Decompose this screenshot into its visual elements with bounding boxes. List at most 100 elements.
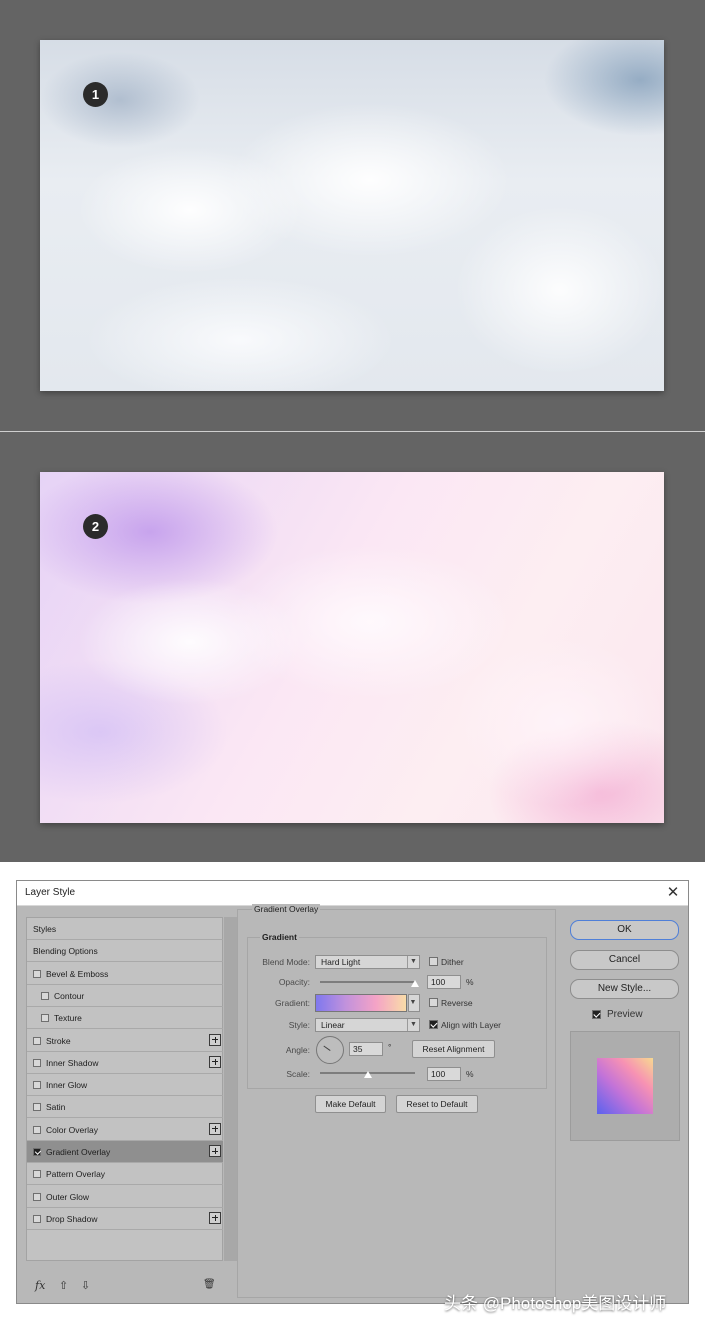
cancel-button[interactable]: Cancel: [570, 950, 679, 970]
styles-list-item[interactable]: Gradient Overlay: [27, 1141, 223, 1163]
angle-dial[interactable]: [316, 1036, 344, 1064]
style-checkbox[interactable]: [33, 1148, 41, 1156]
dialog-title: Layer Style: [25, 887, 76, 898]
style-checkbox[interactable]: [41, 1014, 49, 1023]
section-title: Gradient Overlay: [252, 904, 321, 914]
style-label: Color Overlay: [46, 1124, 98, 1135]
blend-mode-value: Hard Light: [321, 957, 361, 967]
layer-style-dialog: Layer Style ✕ Styles Blending Options Beve…: [16, 880, 689, 1304]
angle-indicator: [323, 1045, 331, 1051]
opacity-unit: %: [466, 977, 474, 987]
make-default-button[interactable]: Make Default: [315, 1095, 386, 1113]
styles-list: Styles Blending Options Bevel & Emboss Cont…: [26, 917, 223, 1261]
style-select[interactable]: Linear ▼: [315, 1018, 420, 1032]
angle-label: Angle:: [285, 1045, 310, 1055]
clouds-image-gradient: 2: [40, 472, 664, 823]
style-checkbox[interactable]: [33, 969, 41, 978]
style-checkbox[interactable]: [41, 991, 49, 1000]
move-up-icon[interactable]: ⇧: [59, 1279, 68, 1292]
preview-label: Preview: [607, 1009, 643, 1020]
style-value: Linear: [321, 1020, 345, 1030]
style-checkbox[interactable]: [33, 1081, 41, 1090]
styles-list-item[interactable]: Contour: [27, 985, 223, 1007]
angle-unit: °: [388, 1042, 392, 1052]
styles-list-item[interactable]: Outer Glow: [27, 1186, 223, 1208]
styles-list-item[interactable]: Inner Shadow: [27, 1052, 223, 1074]
add-effect-icon[interactable]: [209, 1211, 221, 1224]
group-title: Gradient: [260, 932, 299, 942]
move-down-icon[interactable]: ⇩: [81, 1279, 90, 1292]
style-label: Outer Glow: [46, 1191, 89, 1202]
scale-input[interactable]: 100: [427, 1067, 461, 1081]
styles-list-item[interactable]: Pattern Overlay: [27, 1163, 223, 1186]
scale-label: Scale:: [286, 1069, 310, 1079]
styles-list-item[interactable]: Stroke: [27, 1030, 223, 1052]
dialog-titlebar: Layer Style ✕: [17, 881, 688, 906]
style-checkbox[interactable]: [33, 1214, 41, 1223]
reset-to-default-button[interactable]: Reset to Default: [396, 1095, 478, 1113]
dither-checkbox[interactable]: [429, 957, 438, 966]
scale-unit: %: [466, 1069, 474, 1079]
style-checkbox[interactable]: [33, 1058, 41, 1067]
gradient-swatch[interactable]: [315, 994, 407, 1012]
styles-list-item[interactable]: Color Overlay: [27, 1119, 223, 1141]
add-effect-icon[interactable]: [209, 1122, 221, 1135]
fx-icon[interactable]: fx: [35, 1279, 45, 1292]
align-with-layer-checkbox[interactable]: [429, 1020, 438, 1029]
clouds-image-original: 1: [40, 40, 664, 391]
style-label: Bevel & Emboss: [46, 968, 109, 979]
style-label: Blending Options: [33, 946, 98, 957]
preview-checkbox[interactable]: [592, 1010, 601, 1019]
chevron-down-icon: ▼: [407, 956, 419, 968]
opacity-input[interactable]: 100: [427, 975, 461, 989]
ok-button[interactable]: OK: [570, 920, 679, 940]
chevron-down-icon: ▼: [409, 999, 417, 1006]
blend-mode-select[interactable]: Hard Light ▼: [315, 955, 420, 969]
style-label: Pattern Overlay: [46, 1169, 106, 1180]
style-checkbox[interactable]: [33, 1192, 41, 1201]
style-checkbox[interactable]: [33, 1103, 41, 1112]
style-checkbox[interactable]: [33, 1036, 41, 1045]
reset-alignment-button[interactable]: Reset Alignment: [412, 1040, 495, 1058]
add-effect-icon[interactable]: [209, 1033, 221, 1046]
style-preview: [570, 1031, 680, 1141]
styles-list-scrollbar[interactable]: [224, 917, 238, 1261]
style-label: Inner Glow: [46, 1080, 88, 1091]
step-badge-1: 1: [83, 82, 108, 107]
styles-list-item[interactable]: Blending Options: [27, 940, 223, 963]
watermark: 头条 @Photoshop美图设计师: [444, 1294, 667, 1313]
trash-icon[interactable]: 🗑: [203, 1279, 216, 1290]
add-effect-icon[interactable]: [209, 1145, 221, 1157]
styles-list-item[interactable]: Drop Shadow: [27, 1208, 223, 1230]
style-label: Inner Shadow: [46, 1057, 99, 1068]
opacity-label: Opacity:: [278, 977, 310, 987]
styles-list-item[interactable]: Bevel & Emboss: [27, 963, 223, 985]
style-label: Style:: [288, 1020, 310, 1030]
styles-list-item[interactable]: Styles: [27, 918, 223, 940]
reverse-checkbox[interactable]: [429, 998, 438, 1007]
close-icon[interactable]: ✕: [664, 884, 682, 902]
gradient-group: Gradient Blend Mode: Hard Light ▼ Dither…: [247, 932, 547, 1089]
new-style-button[interactable]: New Style...: [570, 979, 679, 999]
styles-list-item[interactable]: Satin: [27, 1096, 223, 1119]
reverse-label: Reverse: [441, 998, 473, 1008]
styles-list-item[interactable]: Inner Glow: [27, 1074, 223, 1097]
style-checkbox[interactable]: [33, 1170, 41, 1179]
styles-list-item[interactable]: Texture: [27, 1007, 223, 1030]
angle-input[interactable]: 35: [349, 1042, 383, 1056]
opacity-slider-thumb[interactable]: [411, 980, 419, 987]
add-effect-icon[interactable]: [209, 1055, 221, 1068]
align-with-layer-label: Align with Layer: [441, 1020, 502, 1030]
gradient-overlay-panel: Gradient Overlay Gradient Blend Mode: Ha…: [237, 904, 556, 1298]
style-label: Styles: [33, 924, 57, 934]
gradient-picker-dropdown[interactable]: ▼: [408, 994, 420, 1012]
canvas-panel-2: 2: [0, 432, 705, 862]
gradient-label: Gradient:: [275, 998, 310, 1008]
opacity-slider[interactable]: [320, 981, 415, 983]
style-checkbox[interactable]: [33, 1125, 41, 1134]
style-label: Contour: [54, 990, 85, 1001]
scale-slider-thumb[interactable]: [363, 1071, 372, 1078]
dither-label: Dither: [441, 957, 464, 967]
chevron-down-icon: ▼: [407, 1019, 419, 1031]
style-label: Satin: [46, 1102, 66, 1113]
